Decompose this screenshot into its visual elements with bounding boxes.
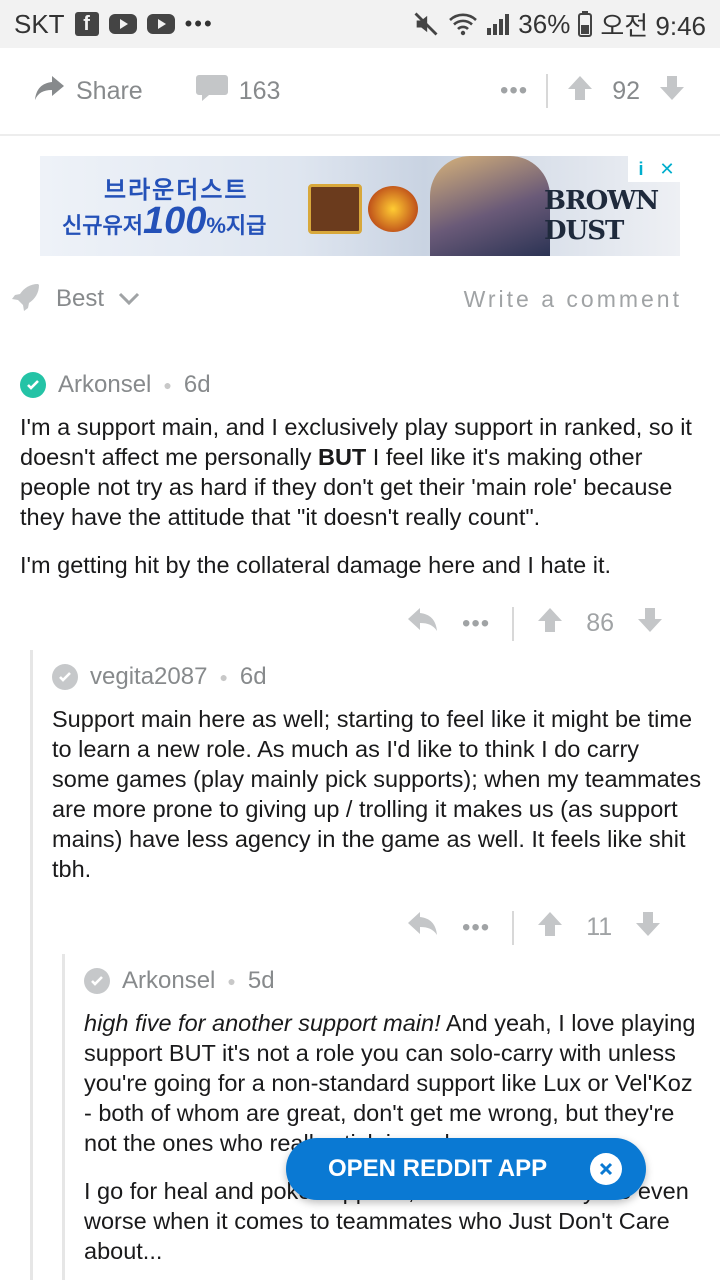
check-icon <box>84 968 110 994</box>
separator-dot: ● <box>219 669 228 685</box>
mute-icon <box>412 10 440 38</box>
comment-body: I'm a support main, and I exclusively pl… <box>20 414 692 578</box>
comment-actions: ••• 11 <box>406 910 662 945</box>
clock: 오전 9:46 <box>600 10 706 41</box>
more-options-icon[interactable]: ••• <box>500 77 528 105</box>
post-score: 92 <box>612 76 640 105</box>
ad-banner[interactable]: 브라운더스트 신규유저100%지급 BROWN DUST i ✕ <box>40 156 680 256</box>
comment-header: Arkonsel ● 5d <box>84 964 704 998</box>
downvote-icon[interactable] <box>658 74 686 109</box>
comment-sort-bar: Best Write a comment <box>0 272 720 326</box>
hero-character-image <box>430 156 550 256</box>
carrier-label: SKT <box>14 8 65 39</box>
signal-icon <box>486 12 510 36</box>
share-icon <box>34 74 66 109</box>
comment-score: 86 <box>586 609 615 637</box>
comment-age: 5d <box>247 967 275 994</box>
comments-button[interactable]: 163 <box>195 73 281 110</box>
ad-subtitle: 신규유저100%지급 <box>62 200 267 242</box>
divider <box>546 74 549 108</box>
upvote-icon[interactable] <box>536 606 564 641</box>
upvote-icon[interactable] <box>566 74 594 109</box>
comment-body: Support main here as well; starting to f… <box>52 706 702 882</box>
write-comment-button[interactable]: Write a comment <box>464 286 682 313</box>
comment-author[interactable]: Arkonsel <box>58 371 151 399</box>
youtube-icon <box>108 14 137 34</box>
comment: vegita2087 ● 6d Support main here as wel… <box>52 660 702 884</box>
verified-check-icon <box>20 372 46 398</box>
ad-info-icon[interactable]: i <box>628 156 654 182</box>
rocket-icon <box>10 280 42 319</box>
ad-close-icon[interactable]: ✕ <box>654 156 680 182</box>
battery-icon <box>578 11 593 37</box>
open-app-label: OPEN REDDIT APP <box>328 1155 548 1182</box>
check-icon <box>52 664 78 690</box>
comment-author[interactable]: Arkonsel <box>122 967 215 995</box>
status-bar: SKT f ••• 36% 오전 9:46 <box>0 0 720 48</box>
share-label: Share <box>76 76 143 105</box>
treasure-chest-image <box>308 184 362 234</box>
post-action-bar: Share 163 ••• 92 <box>0 48 720 136</box>
youtube-icon <box>146 14 175 34</box>
ad-controls: i ✕ <box>628 156 680 182</box>
downvote-icon[interactable] <box>634 910 662 945</box>
reply-icon[interactable] <box>406 910 440 945</box>
gems-image <box>368 186 418 232</box>
separator-dot: ● <box>227 973 236 989</box>
sort-label: Best <box>56 285 105 312</box>
open-reddit-app-button[interactable]: OPEN REDDIT APP <box>286 1138 646 1200</box>
comment-body: high five for another support main! And … <box>84 1010 696 1264</box>
comment: Arkonsel ● 6d I'm a support main, and I … <box>20 368 710 580</box>
brand-logo: BROWN DUST <box>544 186 659 246</box>
comment-author[interactable]: vegita2087 <box>90 663 207 691</box>
comment-header: Arkonsel ● 6d <box>20 368 710 402</box>
divider <box>512 910 515 945</box>
wifi-icon <box>448 11 478 37</box>
battery-percentage: 36% <box>518 8 571 39</box>
upvote-icon[interactable] <box>536 910 564 945</box>
reply-icon[interactable] <box>406 606 440 641</box>
comment-count: 163 <box>238 76 281 105</box>
sort-dropdown[interactable]: Best <box>10 280 140 319</box>
share-button[interactable]: Share <box>34 74 143 109</box>
facebook-icon: f <box>74 12 99 36</box>
comment-actions: ••• 86 <box>406 606 664 641</box>
comment-score: 11 <box>586 913 613 941</box>
downvote-icon[interactable] <box>636 606 664 641</box>
separator-dot: ● <box>163 377 172 393</box>
close-icon[interactable] <box>590 1153 622 1185</box>
more-options-icon[interactable]: ••• <box>462 610 490 638</box>
chevron-down-icon <box>118 285 140 313</box>
more-options-icon[interactable]: ••• <box>462 914 490 942</box>
comment-age: 6d <box>183 371 211 398</box>
thread-line <box>62 954 65 1280</box>
comment-bubble-icon <box>195 73 229 110</box>
thread-line <box>30 650 33 1280</box>
divider <box>512 606 515 641</box>
comment: Arkonsel ● 5d high five for another supp… <box>84 964 704 1266</box>
comment-header: vegita2087 ● 6d <box>52 660 702 694</box>
more-notifications-icon: ••• <box>184 11 214 36</box>
comment-age: 6d <box>239 663 267 690</box>
